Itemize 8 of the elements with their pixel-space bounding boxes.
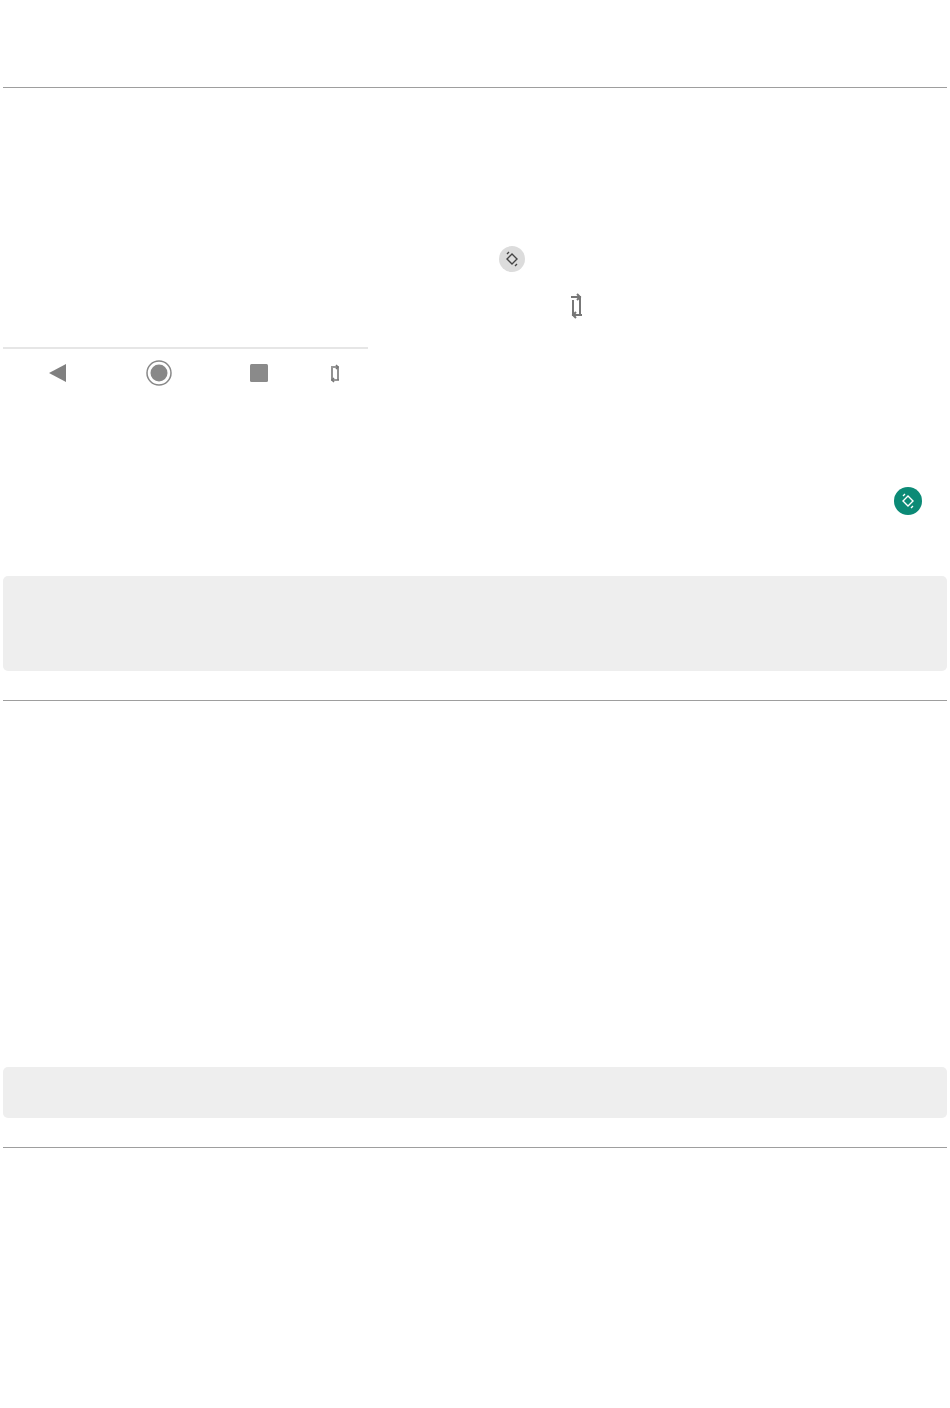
rotate-icon <box>568 292 585 320</box>
rotate-button[interactable] <box>894 487 922 515</box>
home-icon[interactable] <box>146 360 172 386</box>
back-icon[interactable] <box>48 363 66 383</box>
rotate-icon <box>504 251 520 267</box>
rotate-icon[interactable] <box>328 363 342 383</box>
rotate-icon <box>900 493 916 509</box>
rotate-button[interactable] <box>499 246 525 272</box>
